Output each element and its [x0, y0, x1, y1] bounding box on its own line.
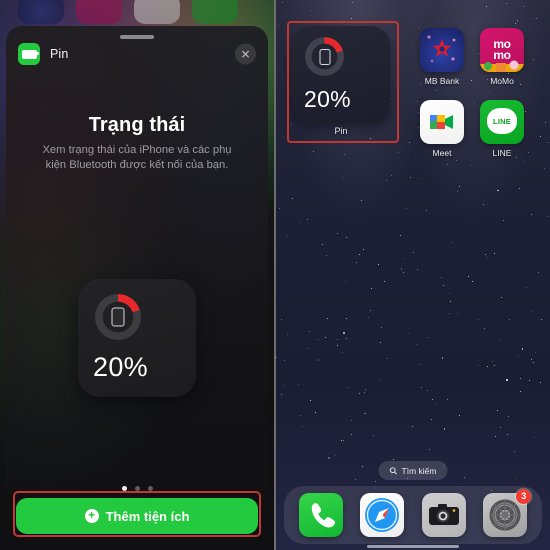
page-dot-1[interactable]: [121, 486, 127, 491]
status-badge: 3: [516, 489, 532, 504]
safari-compass-glyph: [365, 498, 400, 532]
app-label-line: LINE: [492, 148, 512, 158]
line-bubble: LINE: [487, 108, 517, 135]
meet-icon: [420, 100, 464, 144]
home-indicator: [367, 545, 459, 548]
search-icon: [389, 466, 398, 475]
sheet-headline: Trạng thái: [88, 114, 186, 136]
phone-handset-glyph: [311, 503, 335, 528]
sheet-app-title: Pin: [50, 47, 69, 61]
camera-body-glyph: [428, 504, 459, 525]
close-icon[interactable]: ✕: [235, 43, 256, 65]
battery-ring-home: [305, 37, 344, 76]
screenshot-root: Pin ✕ Trạng thái Xem trạng thái của iPho…: [0, 0, 550, 550]
battery-percent-preview: 20%: [93, 352, 148, 382]
page-dots[interactable]: [6, 486, 268, 491]
sheet-grabber[interactable]: [120, 35, 154, 39]
iphone-icon: [111, 307, 125, 327]
battery-widget-label: Pin: [334, 126, 348, 136]
app-line[interactable]: LINE LINE: [476, 100, 528, 158]
left-panel-widget-gallery: Pin ✕ Trạng thái Xem trạng thái của iPho…: [0, 0, 275, 550]
battery-widget-preview[interactable]: 20%: [78, 279, 196, 397]
dock: 3: [284, 486, 542, 544]
peek-icon-line: [192, 0, 238, 24]
line-icon: LINE: [480, 100, 524, 144]
iphone-icon-home: [319, 48, 330, 65]
mbbank-star-glyph: [427, 35, 456, 63]
search-pill[interactable]: Tìm kiếm: [378, 461, 448, 480]
sheet-subtitle: Xem trạng thái của iPhone và các phụ kiệ…: [42, 144, 232, 171]
page-dot-3[interactable]: [147, 486, 153, 491]
mbbank-icon: [420, 28, 464, 72]
widget-detail-sheet: Pin ✕ Trạng thái Xem trạng thái của iPho…: [6, 26, 268, 550]
momo-icon: mo mo: [480, 28, 524, 72]
app-label-momo: MoMo: [490, 76, 514, 86]
battery-glyph: [21, 49, 39, 59]
momo-illustration: [480, 60, 524, 72]
add-widget-label: Thêm tiện ích: [105, 508, 190, 524]
add-widget-button-wrap: + Thêm tiện ích: [16, 498, 258, 534]
app-label-mb-bank: MB Bank: [424, 76, 460, 86]
peek-icon-momo: [76, 0, 122, 24]
safari-icon[interactable]: [360, 493, 405, 537]
peek-app-row: [0, 0, 274, 26]
app-momo[interactable]: mo mo MoMo: [476, 28, 528, 86]
search-label: Tìm kiếm: [401, 465, 437, 476]
add-widget-button[interactable]: + Thêm tiện ích: [16, 498, 258, 534]
gear-icon[interactable]: 3: [483, 489, 532, 537]
app-meet[interactable]: Meet: [416, 100, 468, 158]
camera-icon[interactable]: [421, 493, 466, 537]
right-panel-home-screen: 20% Pin MB Bank mo mo MoMo Meet LINE LIN…: [275, 0, 550, 550]
app-mb-bank[interactable]: MB Bank: [416, 28, 468, 86]
meet-camera-glyph: [430, 115, 453, 129]
plus-icon: +: [84, 509, 99, 523]
app-label-meet: Meet: [432, 148, 452, 158]
sheet-header: Pin ✕: [18, 40, 256, 68]
peek-icon-meet: [134, 0, 180, 24]
battery-percent-home: 20%: [304, 86, 351, 112]
peek-icon-mb-bank: [18, 0, 64, 24]
page-dot-2[interactable]: [134, 486, 140, 491]
battery-ring: [95, 294, 141, 340]
battery-icon: [18, 43, 40, 65]
battery-widget-home[interactable]: 20%: [292, 26, 390, 124]
phone-icon[interactable]: [298, 493, 343, 537]
